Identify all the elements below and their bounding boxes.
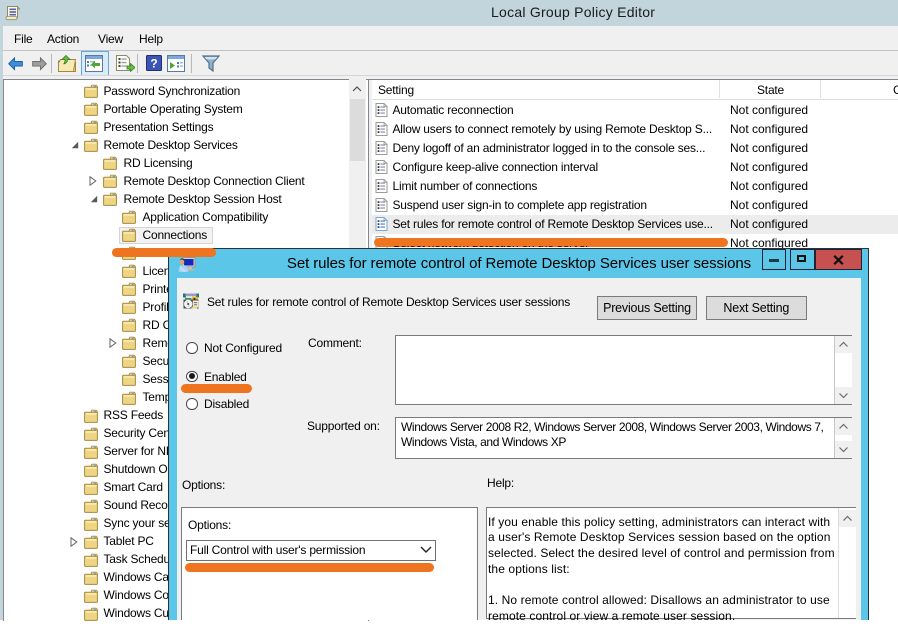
svg-text:?: ?	[150, 57, 157, 71]
